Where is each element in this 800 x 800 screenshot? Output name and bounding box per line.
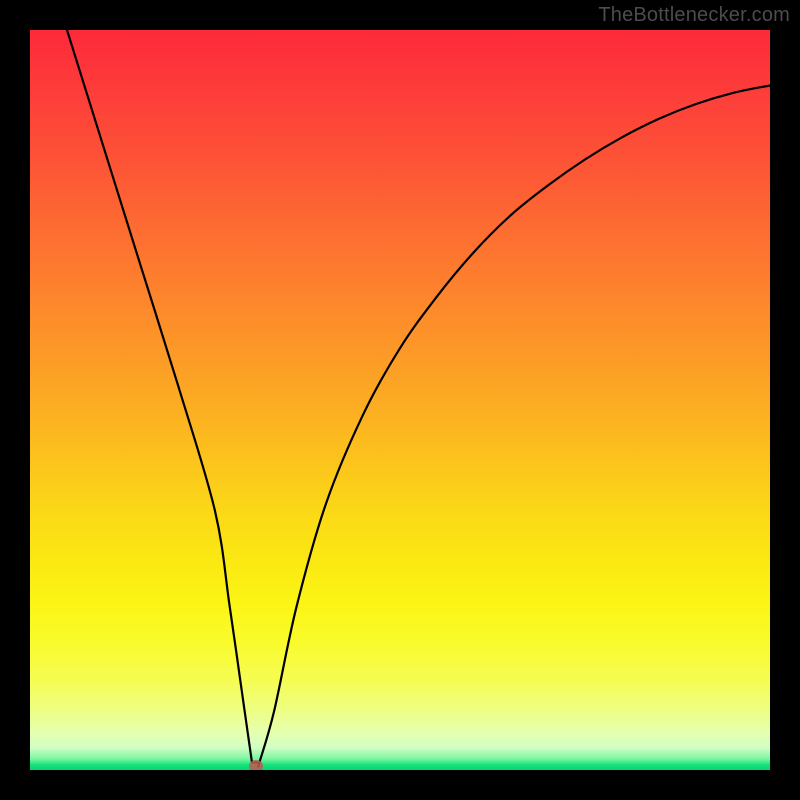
bottleneck-curve (30, 30, 770, 770)
optimal-marker (249, 760, 263, 770)
attribution-text: TheBottlenecker.com (598, 4, 790, 27)
plot-area (30, 30, 770, 770)
